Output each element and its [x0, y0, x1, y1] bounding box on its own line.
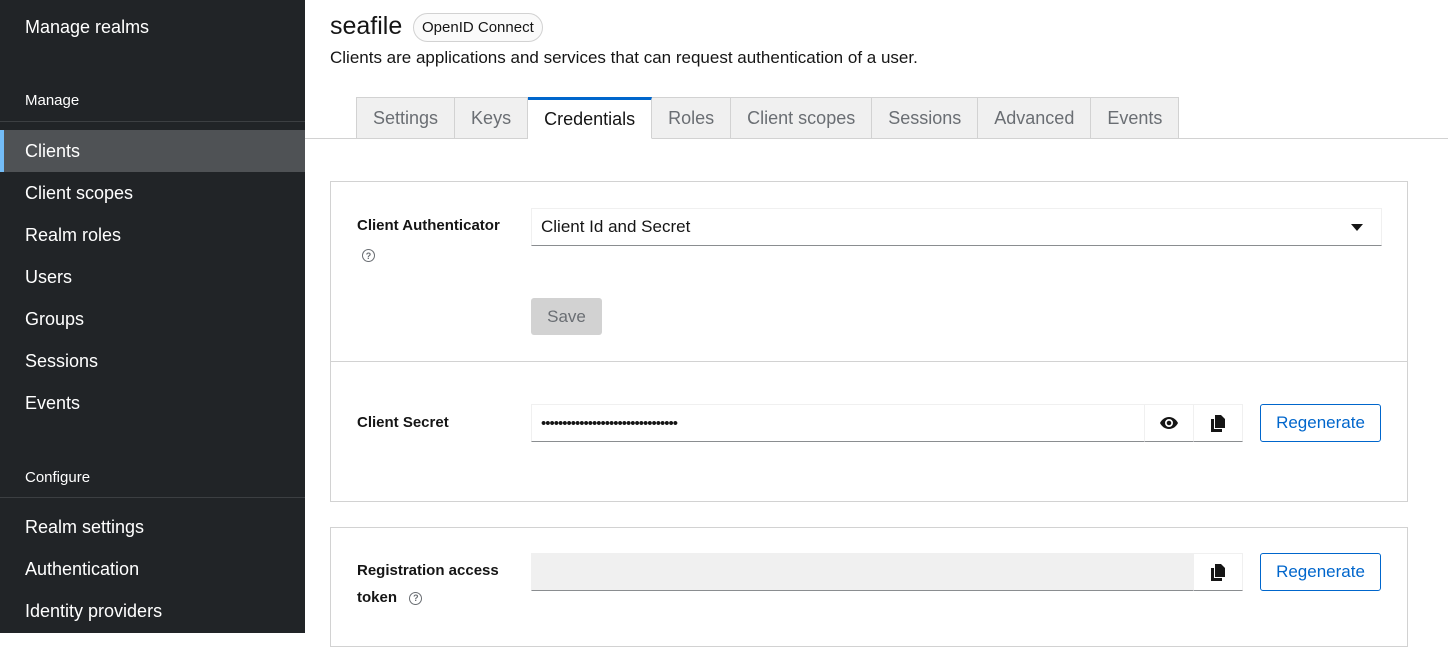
tab-advanced[interactable]: Advanced — [978, 97, 1092, 139]
protocol-badge: OpenID Connect — [413, 13, 543, 42]
sidebar-item-authentication[interactable]: Authentication — [0, 548, 305, 590]
registration-token-label: Registration access — [357, 558, 499, 584]
sidebar-item-label: Groups — [25, 308, 85, 329]
sidebar-item-realm-settings[interactable]: Realm settings — [0, 506, 305, 548]
registration-token-label-line2-row: token ? — [357, 585, 423, 611]
copy-icon — [1211, 563, 1225, 581]
tab-keys[interactable]: Keys — [455, 97, 529, 139]
copy-secret-button[interactable] — [1193, 404, 1243, 442]
manage-realms-link[interactable]: Manage realms — [0, 6, 305, 48]
tab-sessions[interactable]: Sessions — [872, 97, 979, 139]
tab-client-scopes[interactable]: Client scopes — [731, 97, 873, 139]
eye-icon — [1160, 417, 1178, 429]
sidebar-item-label: Authentication — [25, 558, 140, 579]
sidebar-item-label: Client scopes — [25, 182, 134, 203]
sidebar-item-label: Identity providers — [25, 600, 163, 621]
sidebar-item-identity-providers[interactable]: Identity providers — [0, 590, 305, 632]
configure-section-heading: Configure — [25, 469, 91, 486]
sidebar-item-client-scopes[interactable]: Client scopes — [0, 172, 305, 214]
client-authenticator-select[interactable]: Client Id and Secret — [531, 208, 1382, 246]
main-content: seafile OpenID Connect Clients are appli… — [305, 0, 1448, 647]
tab-roles[interactable]: Roles — [652, 97, 732, 139]
sidebar-item-events[interactable]: Events — [0, 382, 305, 424]
sidebar-item-realm-roles[interactable]: Realm roles — [0, 214, 305, 256]
copy-icon — [1211, 414, 1225, 432]
registration-token-card: Registration access token ? Regenerate — [330, 527, 1408, 647]
client-secret-input[interactable]: •••••••••••••••••••••••••••••••• — [531, 404, 1145, 442]
sidebar: Manage realms Manage Clients Client scop… — [0, 0, 305, 633]
sidebar-item-label: Realm settings — [25, 516, 145, 537]
card-divider — [331, 361, 1407, 362]
help-icon[interactable]: ? — [362, 247, 375, 265]
regenerate-secret-button[interactable]: Regenerate — [1260, 404, 1381, 442]
sidebar-item-clients[interactable]: Clients — [0, 130, 305, 172]
show-secret-button[interactable] — [1144, 404, 1194, 442]
page-subtitle: Clients are applications and services th… — [330, 48, 918, 67]
sidebar-item-label: Realm roles — [25, 224, 122, 245]
save-button[interactable]: Save — [531, 298, 602, 335]
sidebar-item-label: Events — [25, 392, 81, 413]
client-authenticator-label: Client Authenticator — [357, 217, 500, 234]
tab-bar: Settings Keys Credentials Roles Client s… — [356, 97, 1180, 139]
question-circle-icon: ? — [362, 249, 375, 263]
registration-token-label-line2: token — [357, 589, 398, 606]
credentials-card: Client Authenticator ? Client Id and Sec… — [330, 181, 1408, 502]
registration-token-input — [531, 553, 1195, 591]
caret-down-icon — [1351, 224, 1363, 231]
sidebar-item-users[interactable]: Users — [0, 256, 305, 298]
manage-section-heading: Manage — [25, 92, 80, 109]
question-circle-icon[interactable]: ? — [409, 591, 423, 605]
client-authenticator-value: Client Id and Secret — [541, 217, 691, 236]
tab-credentials[interactable]: Credentials — [528, 97, 653, 139]
sidebar-item-label: Users — [25, 266, 73, 287]
copy-token-button[interactable] — [1193, 553, 1243, 591]
sidebar-item-label: Clients — [25, 140, 81, 161]
sidebar-divider — [0, 121, 305, 122]
client-secret-label: Client Secret — [357, 414, 449, 431]
regenerate-token-button[interactable]: Regenerate — [1260, 553, 1381, 591]
sidebar-item-groups[interactable]: Groups — [0, 298, 305, 340]
tab-events[interactable]: Events — [1091, 97, 1180, 139]
tab-settings[interactable]: Settings — [356, 97, 456, 139]
manage-realms-label: Manage realms — [25, 16, 150, 37]
client-secret-value: •••••••••••••••••••••••••••••••• — [541, 414, 678, 432]
registration-token-label-line1: Registration access — [357, 562, 499, 579]
page-title: seafile — [330, 12, 403, 40]
sidebar-divider — [0, 497, 305, 498]
sidebar-item-label: Sessions — [25, 350, 99, 371]
sidebar-item-sessions[interactable]: Sessions — [0, 340, 305, 382]
